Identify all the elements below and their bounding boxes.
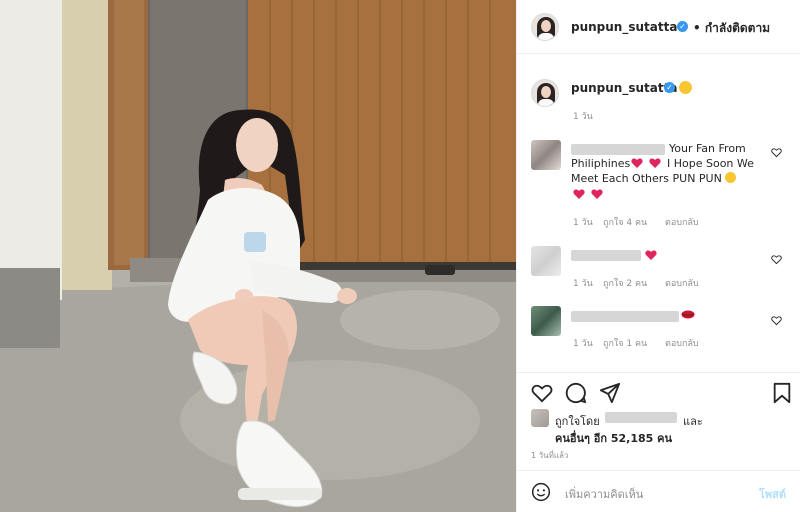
post-comment-button[interactable]: โพสต์	[759, 485, 786, 503]
broken-heart-icon	[649, 158, 661, 168]
comment-time[interactable]: 1 วัน	[573, 336, 593, 350]
like-comment-heart-icon[interactable]	[771, 254, 782, 265]
post-photo[interactable]	[0, 0, 516, 512]
like-comment-heart-icon[interactable]	[771, 315, 782, 326]
broken-heart-icon	[591, 189, 603, 199]
add-comment-bar: เพิ่มความคิดเห็น โพสต์	[517, 470, 800, 512]
reply-button[interactable]: ตอบกลับ	[665, 276, 699, 290]
avatar[interactable]	[531, 13, 559, 41]
verified-icon: ✓	[664, 82, 675, 93]
comment-likes[interactable]: ถูกใจ 1 คน	[603, 336, 647, 350]
liked-by-and: และ	[683, 415, 703, 428]
comment-text-2b: I Hope Soon We	[667, 157, 754, 170]
like-comment-heart-icon[interactable]	[771, 147, 782, 158]
post-time[interactable]: 1 วันที่แล้ว	[531, 449, 568, 462]
comment-text-2: Philiphines	[571, 157, 631, 170]
comment-input[interactable]: เพิ่มความคิดเห็น	[565, 485, 643, 503]
post-header: punpun_sutatta ✓ • กำลังติดตาม	[517, 0, 800, 54]
header-username[interactable]: punpun_sutatta	[571, 20, 677, 34]
liker-avatar[interactable]	[531, 409, 549, 427]
post-sidebar: punpun_sutatta ✓ • กำลังติดตาม punpun_su…	[516, 0, 800, 512]
caption-username[interactable]: punpun_sutatta	[571, 81, 677, 95]
comment-icon[interactable]	[565, 382, 587, 404]
blurred-liker-name[interactable]	[605, 412, 677, 423]
comment-avatar[interactable]	[531, 140, 561, 170]
comment-avatar[interactable]	[531, 246, 561, 276]
face-emoji-icon	[725, 172, 736, 183]
post-photo-illustration	[0, 0, 516, 512]
post-actions: ถูกใจโดย และ คนอื่นๆ อีก 52,185 คน 1 วัน…	[517, 372, 800, 460]
comment-avatar[interactable]	[531, 306, 561, 336]
comment-time[interactable]: 1 วัน	[573, 215, 593, 229]
red-heart-icon	[645, 250, 657, 260]
comment-text-1: Your Fan From	[669, 142, 746, 155]
heart-icon[interactable]	[531, 383, 553, 403]
caption-avatar[interactable]	[531, 79, 559, 107]
reply-button[interactable]: ตอบกลับ	[665, 336, 699, 350]
bookmark-icon[interactable]	[772, 382, 792, 404]
share-icon[interactable]	[599, 382, 621, 404]
verified-icon: ✓	[677, 21, 688, 32]
comment-text-3: Meet Each Others PUN PUN	[571, 172, 722, 185]
comment-likes[interactable]: ถูกใจ 2 คน	[603, 276, 647, 290]
blurred-username[interactable]	[571, 311, 679, 322]
follow-status[interactable]: • กำลังติดตาม	[693, 19, 770, 38]
liked-by-others[interactable]: คนอื่นๆ อีก 52,185 คน	[555, 429, 672, 447]
comment-likes[interactable]: ถูกใจ 4 คน	[603, 215, 647, 229]
liked-by-prefix: ถูกใจโดย	[555, 415, 600, 428]
blurred-username[interactable]	[571, 250, 641, 261]
caption-time[interactable]: 1 วัน	[573, 109, 593, 123]
broken-heart-icon	[631, 158, 643, 168]
broken-heart-icon	[573, 189, 585, 199]
kiss-lips-icon	[681, 310, 695, 319]
reply-button[interactable]: ตอบกลับ	[665, 215, 699, 229]
comment-time[interactable]: 1 วัน	[573, 276, 593, 290]
blurred-username[interactable]	[571, 144, 665, 155]
squinting-face-icon	[679, 81, 692, 94]
emoji-icon[interactable]	[531, 482, 551, 502]
